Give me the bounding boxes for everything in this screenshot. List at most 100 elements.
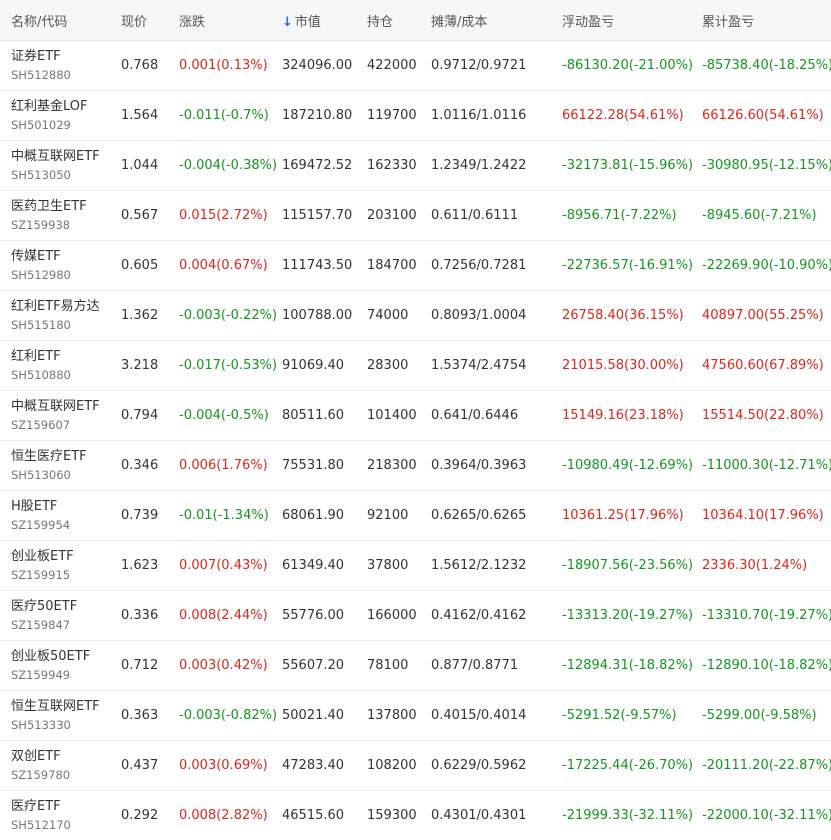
- float-pl-cell: -10980.49(-12.69%): [562, 458, 694, 473]
- total-pl-cell: 47560.60(67.89%): [702, 358, 824, 373]
- name-cell: 创业板50ETF SZ159949: [0, 648, 110, 684]
- cost-cell: 0.3964/0.3963: [431, 458, 527, 473]
- fund-name[interactable]: 创业板ETF: [11, 548, 110, 566]
- fund-name[interactable]: H股ETF: [11, 498, 110, 516]
- table-row[interactable]: 传媒ETF SH512980 0.605 0.004(0.67%) 111743…: [0, 241, 831, 291]
- table-row[interactable]: H股ETF SZ159954 0.739 -0.01(-1.34%) 68061…: [0, 491, 831, 541]
- fund-name[interactable]: 双创ETF: [11, 748, 110, 766]
- fund-name[interactable]: 中概互联网ETF: [11, 148, 110, 166]
- name-cell: 医药卫生ETF SZ159938: [0, 198, 110, 234]
- total-pl-cell: 2336.30(1.24%): [702, 558, 808, 573]
- table-row[interactable]: 医药卫生ETF SZ159938 0.567 0.015(2.72%) 1151…: [0, 191, 831, 241]
- position-cell: 137800: [367, 708, 417, 723]
- cost-cell: 0.4301/0.4301: [431, 808, 527, 823]
- fund-name[interactable]: 红利ETF易方达: [11, 298, 110, 316]
- fund-name[interactable]: 红利基金LOF: [11, 98, 110, 116]
- fund-name[interactable]: 中概互联网ETF: [11, 398, 110, 416]
- value-cell: 68061.90: [282, 508, 345, 523]
- float-pl-cell: -12894.31(-18.82%): [562, 658, 694, 673]
- price-cell: 0.567: [121, 208, 159, 223]
- float-pl-cell: 10361.25(17.96%): [562, 508, 684, 523]
- fund-code: SZ159780: [11, 767, 71, 782]
- header-value[interactable]: ↓ 市值: [272, 11, 350, 30]
- position-cell: 422000: [367, 58, 417, 73]
- header-float-pl[interactable]: 浮动盈亏: [550, 11, 690, 30]
- position-cell: 184700: [367, 258, 417, 273]
- cost-cell: 0.6229/0.5962: [431, 758, 527, 773]
- table-row[interactable]: 医疗ETF SH512170 0.292 0.008(2.82%) 46515.…: [0, 791, 831, 840]
- fund-name[interactable]: 证券ETF: [11, 48, 110, 66]
- cost-cell: 0.7256/0.7281: [431, 258, 527, 273]
- change-cell: 0.007(0.43%): [179, 558, 268, 573]
- change-cell: -0.011(-0.7%): [179, 108, 269, 123]
- price-cell: 0.712: [121, 658, 159, 673]
- name-cell: 中概互联网ETF SZ159607: [0, 398, 110, 434]
- total-pl-cell: -20111.20(-22.87%): [702, 758, 831, 773]
- price-cell: 0.346: [121, 458, 159, 473]
- table-row[interactable]: 双创ETF SZ159780 0.437 0.003(0.69%) 47283.…: [0, 741, 831, 791]
- fund-name[interactable]: 医疗50ETF: [11, 598, 110, 616]
- total-pl-cell: -13310.70(-19.27%): [702, 608, 831, 623]
- fund-name[interactable]: 恒生医疗ETF: [11, 448, 110, 466]
- total-pl-cell: -5299.00(-9.58%): [702, 708, 817, 723]
- total-pl-cell: -11000.30(-12.71%): [702, 458, 831, 473]
- position-cell: 28300: [367, 358, 409, 373]
- name-cell: 红利ETF SH510880: [0, 348, 110, 384]
- header-name[interactable]: 名称/代码: [0, 11, 110, 30]
- table-row[interactable]: 红利基金LOF SH501029 1.564 -0.011(-0.7%) 187…: [0, 91, 831, 141]
- table-row[interactable]: 创业板50ETF SZ159949 0.712 0.003(0.42%) 556…: [0, 641, 831, 691]
- float-pl-cell: -21999.33(-32.11%): [562, 808, 694, 823]
- change-cell: -0.003(-0.22%): [179, 308, 278, 323]
- total-pl-cell: -8945.60(-7.21%): [702, 208, 817, 223]
- name-cell: 中概互联网ETF SH513050: [0, 148, 110, 184]
- fund-code: SZ159954: [11, 517, 71, 532]
- float-pl-cell: 26758.40(36.15%): [562, 308, 684, 323]
- table-row[interactable]: 中概互联网ETF SH513050 1.044 -0.004(-0.38%) 1…: [0, 141, 831, 191]
- table-row[interactable]: 创业板ETF SZ159915 1.623 0.007(0.43%) 61349…: [0, 541, 831, 591]
- change-cell: 0.003(0.69%): [179, 758, 268, 773]
- float-pl-cell: -22736.57(-16.91%): [562, 258, 694, 273]
- position-cell: 203100: [367, 208, 417, 223]
- total-pl-cell: -30980.95(-12.15%): [702, 158, 831, 173]
- position-cell: 92100: [367, 508, 409, 523]
- fund-name[interactable]: 恒生互联网ETF: [11, 698, 110, 716]
- name-cell: 医疗ETF SH512170: [0, 798, 110, 834]
- total-pl-cell: -85738.40(-18.25%): [702, 58, 831, 73]
- header-change[interactable]: 涨跌: [170, 11, 272, 30]
- total-pl-cell: 66126.60(54.61%): [702, 108, 824, 123]
- header-price[interactable]: 现价: [110, 11, 170, 30]
- change-cell: 0.015(2.72%): [179, 208, 268, 223]
- value-cell: 169472.52: [282, 158, 353, 173]
- float-pl-cell: -8956.71(-7.22%): [562, 208, 677, 223]
- header-total-pl[interactable]: 累计盈亏: [690, 11, 831, 30]
- header-position[interactable]: 持仓: [350, 11, 421, 30]
- position-cell: 119700: [367, 108, 417, 123]
- fund-name[interactable]: 医药卫生ETF: [11, 198, 110, 216]
- value-cell: 111743.50: [282, 258, 353, 273]
- float-pl-cell: -5291.52(-9.57%): [562, 708, 677, 723]
- table-row[interactable]: 中概互联网ETF SZ159607 0.794 -0.004(-0.5%) 80…: [0, 391, 831, 441]
- cost-cell: 1.5612/2.1232: [431, 558, 527, 573]
- fund-name[interactable]: 医疗ETF: [11, 798, 110, 816]
- price-cell: 0.739: [121, 508, 159, 523]
- fund-name[interactable]: 传媒ETF: [11, 248, 110, 266]
- header-cost[interactable]: 摊薄/成本: [421, 11, 550, 30]
- fund-name[interactable]: 创业板50ETF: [11, 648, 110, 666]
- table-row[interactable]: 恒生医疗ETF SH513060 0.346 0.006(1.76%) 7553…: [0, 441, 831, 491]
- price-cell: 0.292: [121, 808, 159, 823]
- table-row[interactable]: 医疗50ETF SZ159847 0.336 0.008(2.44%) 5577…: [0, 591, 831, 641]
- position-cell: 166000: [367, 608, 417, 623]
- table-row[interactable]: 恒生互联网ETF SH513330 0.363 -0.003(-0.82%) 5…: [0, 691, 831, 741]
- value-cell: 100788.00: [282, 308, 353, 323]
- cost-cell: 0.6265/0.6265: [431, 508, 527, 523]
- value-cell: 55607.20: [282, 658, 345, 673]
- table-row[interactable]: 证券ETF SH512880 0.768 0.001(0.13%) 324096…: [0, 41, 831, 91]
- header-value-label: 市值: [294, 14, 321, 30]
- table-row[interactable]: 红利ETF易方达 SH515180 1.362 -0.003(-0.22%) 1…: [0, 291, 831, 341]
- fund-code: SH501029: [11, 117, 71, 132]
- holdings-table: 名称/代码 现价 涨跌 ↓ 市值 持仓 摊薄/成本 浮动盈亏 累计盈亏 证券ETF…: [0, 0, 831, 840]
- table-body: 证券ETF SH512880 0.768 0.001(0.13%) 324096…: [0, 41, 831, 840]
- table-row[interactable]: 红利ETF SH510880 3.218 -0.017(-0.53%) 9106…: [0, 341, 831, 391]
- position-cell: 101400: [367, 408, 417, 423]
- fund-name[interactable]: 红利ETF: [11, 348, 110, 366]
